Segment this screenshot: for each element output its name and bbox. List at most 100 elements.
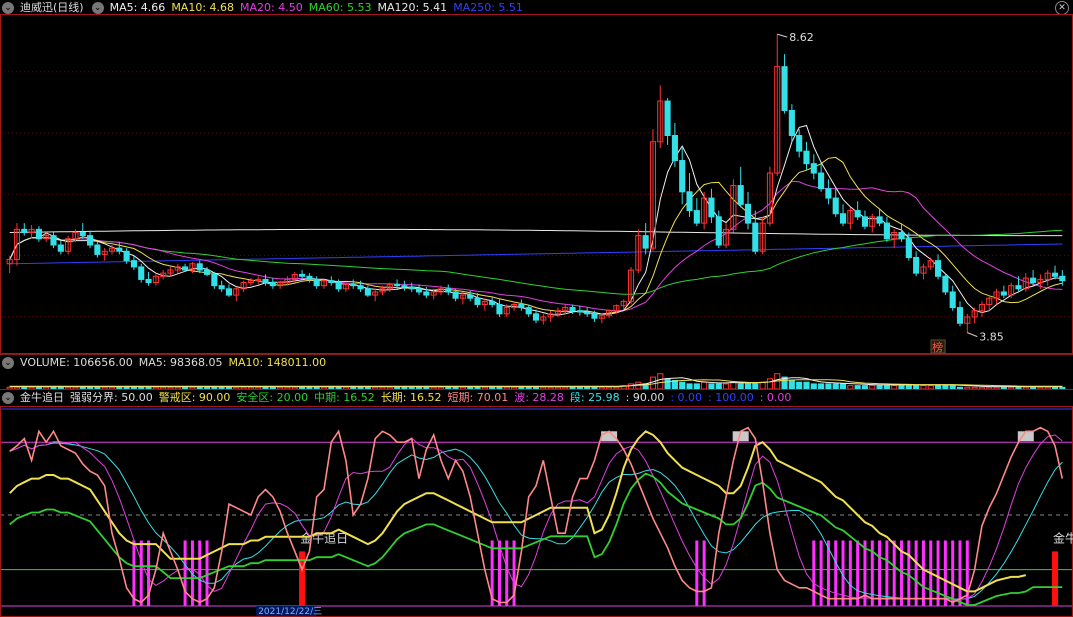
candle <box>335 282 342 290</box>
event-badge-label: 榜 <box>932 340 943 354</box>
indicator-chart: 金牛追日金牛追日2021/12/22/三 <box>0 406 1073 617</box>
high-pointer <box>777 33 788 38</box>
legend-item: 金牛追日 <box>20 391 64 404</box>
legend-item: MA20: 4.50 <box>240 1 303 14</box>
candle <box>130 260 137 268</box>
candle <box>467 294 474 299</box>
candle <box>861 216 869 227</box>
candle <box>1015 285 1022 290</box>
volume-bar <box>796 381 803 389</box>
ma-legend: MA5: 4.66 MA10: 4.68 MA20: 4.50 MA60: 5.53 M… <box>110 1 529 14</box>
candle <box>182 266 189 271</box>
legend-item: : 100.00 <box>708 391 754 404</box>
collapse-icon[interactable]: ⌄ <box>91 2 104 14</box>
legend-item: : 0.00 <box>759 391 792 404</box>
candle <box>1000 291 1007 296</box>
volume-bar <box>803 381 810 389</box>
candle <box>50 235 57 246</box>
candle <box>79 231 86 237</box>
candle <box>905 238 912 259</box>
legend-item: 强弱分界: 50.00 <box>70 391 153 404</box>
oversold-bar <box>497 540 501 606</box>
legend-item: 中期: 16.52 <box>314 391 375 404</box>
volume-bar <box>766 378 773 389</box>
legend-item: MA60: 5.53 <box>308 1 372 14</box>
volume-bar <box>701 381 708 389</box>
candle <box>123 250 130 262</box>
oversold-bar <box>958 540 962 606</box>
candle <box>693 210 700 224</box>
candle <box>211 273 218 287</box>
collapse-icon[interactable]: ⌄ <box>2 2 14 14</box>
oversold-bar <box>505 540 509 606</box>
volume-bar <box>649 376 657 389</box>
oversold-bar <box>856 540 860 606</box>
volume-legend: VOLUME: 106656.00 MA5: 98368.05 MA10: 1480… <box>20 356 332 369</box>
candle <box>525 307 532 315</box>
candle <box>423 291 430 296</box>
legend-item: MA5: 4.66 <box>109 1 166 14</box>
date-label: 2021/12/22/三 <box>258 607 322 617</box>
candle <box>708 197 715 218</box>
candle <box>474 297 481 305</box>
volume-ma5-line <box>9 377 1063 388</box>
candle <box>350 283 357 287</box>
legend-item: MA120: 5.41 <box>377 1 448 14</box>
candle <box>664 100 671 137</box>
legend-item: 警戒区: 90.00 <box>158 391 231 404</box>
legend-item: VOLUME: 106656.00 <box>20 356 133 369</box>
candle <box>394 283 401 287</box>
signal-bar <box>1052 551 1059 606</box>
mid-term-line <box>9 472 1063 606</box>
legend-item: MA250: 5.51 <box>453 1 523 14</box>
volume-bar <box>759 381 766 389</box>
volume-bar <box>679 381 686 389</box>
candle <box>788 109 795 137</box>
candle <box>832 197 839 215</box>
candle <box>1059 275 1066 282</box>
high-price-label: 8.62 <box>789 31 814 44</box>
candle <box>496 303 503 315</box>
candle <box>883 222 890 240</box>
oversold-bar <box>695 540 699 606</box>
oversold-bar <box>921 540 925 606</box>
volume-bar <box>730 381 737 389</box>
candle <box>642 235 649 249</box>
volume-bar <box>664 378 671 389</box>
candle <box>569 307 576 312</box>
candle <box>876 216 883 224</box>
volume-bar <box>788 380 795 389</box>
legend-item: : 0.00 <box>670 391 703 404</box>
candle <box>116 247 123 252</box>
candle <box>737 185 744 205</box>
candle <box>306 275 313 280</box>
candle <box>299 273 306 277</box>
candle <box>87 235 94 246</box>
oversold-bar <box>907 540 911 606</box>
oversold-bar <box>914 540 918 606</box>
oversold-bar <box>892 540 896 606</box>
candle <box>1051 272 1059 277</box>
legend-item: 安全区: 20.00 <box>236 391 309 404</box>
oversold-bar <box>702 540 706 606</box>
signal-label: 金牛追日 <box>1053 530 1073 545</box>
ma60-line <box>9 229 1063 295</box>
candle <box>898 231 905 240</box>
oversold-bar <box>936 540 940 606</box>
candle <box>715 216 722 246</box>
panel-border <box>0 406 1073 617</box>
candle <box>810 163 817 174</box>
oversold-bar <box>139 540 143 606</box>
collapse-icon[interactable]: ⌄ <box>2 392 14 404</box>
candle <box>825 188 832 199</box>
legend-item: MA5: 98368.05 <box>138 356 223 369</box>
low-pointer <box>967 332 978 338</box>
close-icon[interactable]: ✕ <box>1055 1 1069 15</box>
collapse-icon[interactable]: ⌄ <box>2 357 14 369</box>
candle <box>203 269 211 275</box>
candle <box>803 150 810 165</box>
candle <box>1030 277 1037 284</box>
volume-bar <box>657 373 664 389</box>
candle <box>854 210 861 218</box>
volume-chart <box>6 373 1066 389</box>
